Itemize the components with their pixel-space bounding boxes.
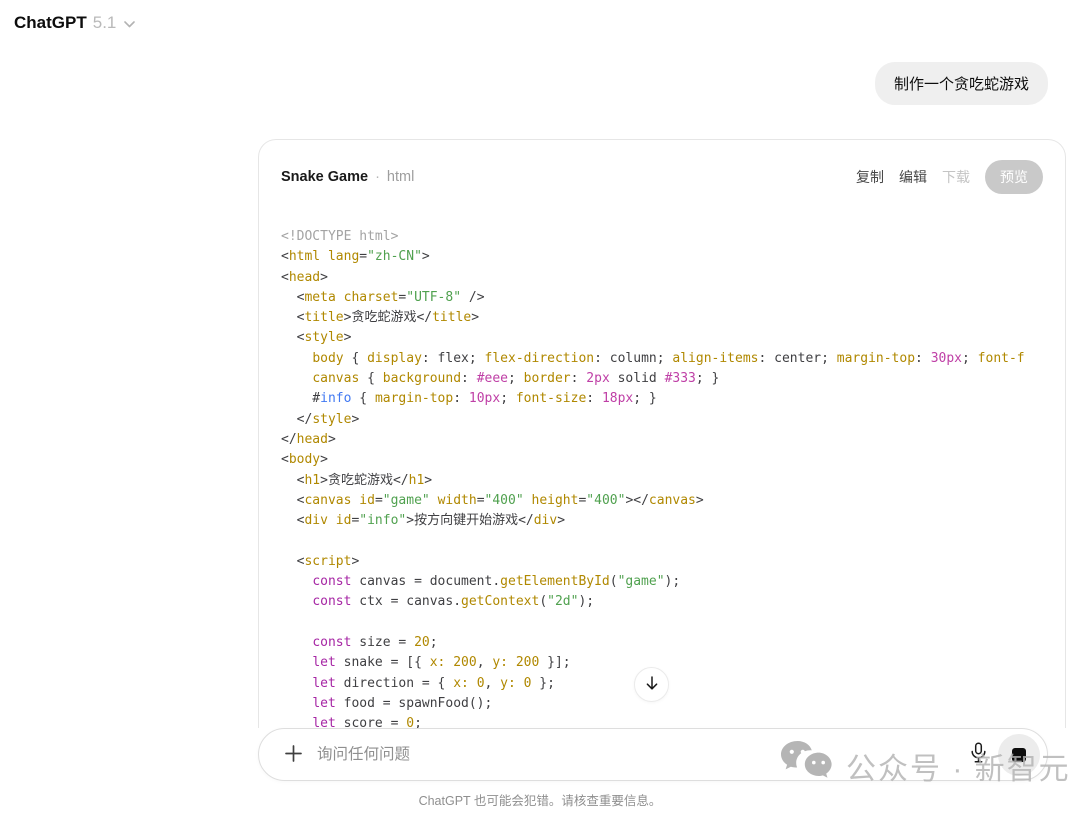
brand-title: ChatGPT	[14, 13, 87, 33]
code-line: <h1>贪吃蛇游戏</h1>	[281, 471, 1043, 491]
code-line: <html lang="zh-CN">	[281, 247, 1043, 267]
code-line: <body>	[281, 450, 1043, 470]
code-line: #info { margin-top: 10px; font-size: 18p…	[281, 389, 1043, 409]
code-line: <canvas id="game" width="400" height="40…	[281, 491, 1043, 511]
attach-button[interactable]	[279, 741, 307, 769]
scroll-to-bottom-button[interactable]	[634, 667, 669, 702]
code-card-title-group: Snake Game · html	[281, 169, 414, 185]
code-line: <script>	[281, 552, 1043, 572]
model-switcher[interactable]: ChatGPT 5.1	[14, 12, 135, 33]
footer-disclaimer: ChatGPT 也可能会犯错。请核查重要信息。	[0, 790, 1080, 809]
code-line: <head>	[281, 268, 1043, 288]
code-line: </head>	[281, 430, 1043, 450]
code-card-actions: 复制 编辑 下载 预览	[856, 160, 1043, 194]
user-message-row: 制作一个贪吃蛇游戏	[875, 62, 1048, 105]
model-version: 5.1	[93, 13, 117, 33]
user-message-bubble: 制作一个贪吃蛇游戏	[875, 62, 1048, 105]
chat-input[interactable]	[317, 746, 962, 764]
code-line: <!DOCTYPE html>	[281, 227, 1043, 247]
stop-icon	[1012, 748, 1026, 762]
code-line: <div id="info">按方向键开始游戏</div>	[281, 511, 1043, 531]
title-separator: ·	[375, 169, 380, 185]
code-line	[281, 613, 1043, 633]
plus-icon	[284, 744, 303, 766]
code-line: body { display: flex; flex-direction: co…	[281, 349, 1043, 369]
code-line: </style>	[281, 410, 1043, 430]
code-card-header: Snake Game · html 复制 编辑 下载 预览	[259, 140, 1065, 194]
edit-button[interactable]: 编辑	[899, 167, 927, 187]
code-block: <!DOCTYPE html><html lang="zh-CN"><head>…	[259, 227, 1065, 728]
code-line: <title>贪吃蛇游戏</title>	[281, 308, 1043, 328]
code-canvas-card: Snake Game · html 复制 编辑 下载 预览 <!DOCTYPE …	[258, 139, 1066, 728]
code-line: const ctx = canvas.getContext("2d");	[281, 592, 1043, 612]
preview-button[interactable]: 预览	[985, 160, 1043, 194]
stop-generating-button[interactable]	[998, 734, 1040, 776]
code-line: <meta charset="UTF-8" />	[281, 288, 1043, 308]
code-line: let score = 0;	[281, 714, 1043, 728]
microphone-icon	[970, 742, 987, 767]
code-language-label: html	[387, 169, 414, 185]
chatgpt-page: ChatGPT 5.1 制作一个贪吃蛇游戏 Snake Game · html …	[0, 0, 1080, 814]
composer-bar	[258, 728, 1048, 781]
code-line	[281, 531, 1043, 551]
download-button[interactable]: 下载	[942, 167, 970, 187]
code-line: const size = 20;	[281, 633, 1043, 653]
dictate-button[interactable]	[962, 739, 994, 771]
arrow-down-icon	[644, 675, 660, 695]
copy-button[interactable]: 复制	[856, 167, 884, 187]
code-line: <style>	[281, 328, 1043, 348]
code-line: const canvas = document.getElementById("…	[281, 572, 1043, 592]
code-card-title: Snake Game	[281, 169, 368, 185]
chevron-down-icon	[124, 15, 135, 33]
code-line: canvas { background: #eee; border: 2px s…	[281, 369, 1043, 389]
